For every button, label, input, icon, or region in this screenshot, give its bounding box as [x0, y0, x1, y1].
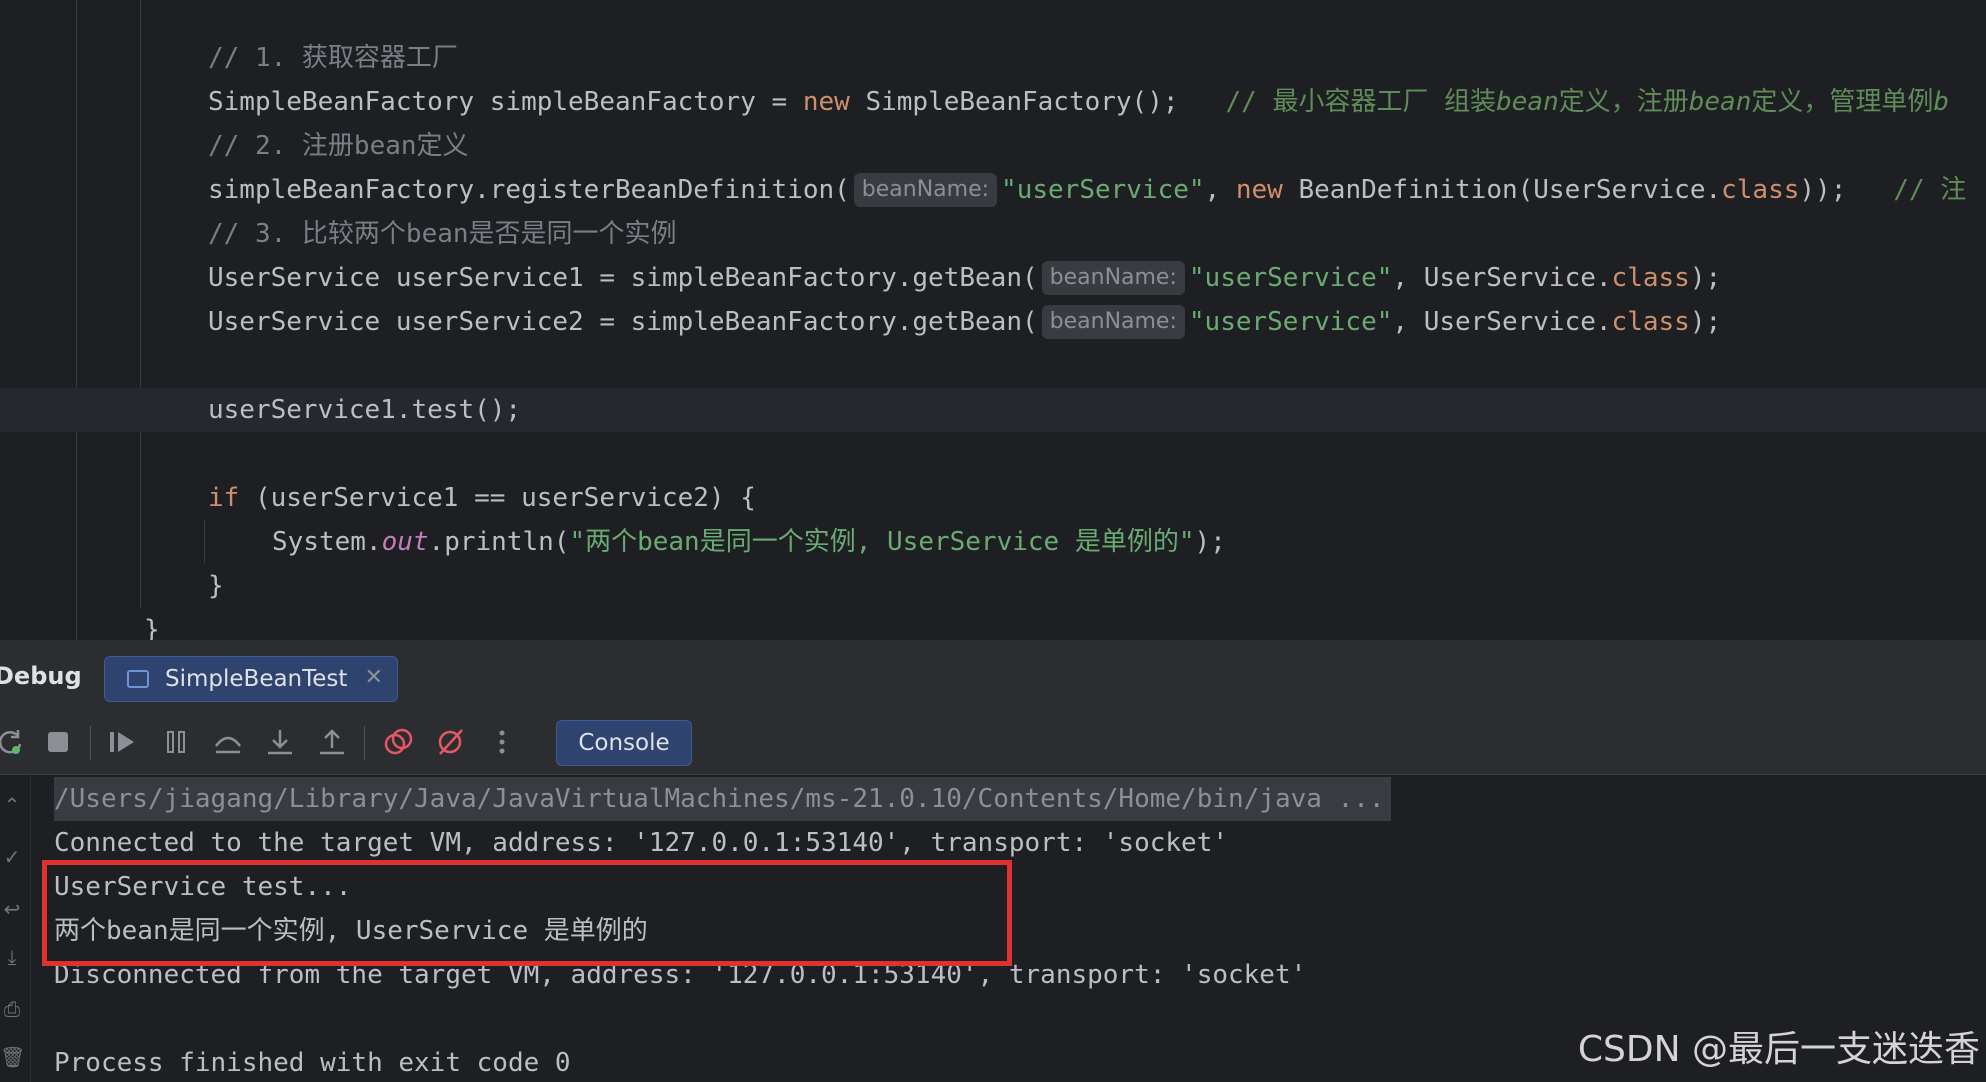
step-into-icon[interactable]	[264, 726, 296, 758]
code-line[interactable]: if (userService1 == userService2) {	[0, 476, 1986, 520]
toolbar-divider	[364, 726, 365, 760]
rerun-icon[interactable]	[0, 726, 26, 758]
more-icon[interactable]	[486, 726, 518, 758]
debug-toolbar: Console	[0, 712, 1986, 775]
current-line[interactable]: userService1.test();	[0, 388, 1986, 432]
console-tab[interactable]: Console	[556, 720, 692, 766]
code-text: System.out.println("两个bean是同一个实例, UserSe…	[272, 527, 1226, 557]
view-breakpoints-icon[interactable]	[382, 726, 414, 758]
code-text: }	[208, 571, 224, 601]
code-text: UserService userService2 = simpleBeanFac…	[208, 305, 1722, 339]
step-over-icon[interactable]	[212, 726, 244, 758]
annotation-highlight-box	[42, 860, 1012, 966]
code-text: UserService userService1 = simpleBeanFac…	[208, 261, 1722, 295]
code-line[interactable]: SimpleBeanFactory simpleBeanFactory = ne…	[0, 80, 1986, 124]
step-out-icon[interactable]	[316, 726, 348, 758]
code-line[interactable]: UserService userService1 = simpleBeanFac…	[0, 256, 1986, 300]
code-text: userService1.test();	[208, 395, 522, 425]
code-line[interactable]: // 1. 获取容器工厂	[0, 36, 1986, 80]
code-line[interactable]: // 3. 比较两个bean是否是同一个实例	[0, 212, 1986, 256]
pause-icon[interactable]	[160, 726, 192, 758]
console-command-line: /Users/jiagang/Library/Java/JavaVirtualM…	[54, 777, 1391, 821]
resume-icon[interactable]	[106, 726, 138, 758]
console-line: Connected to the target VM, address: '12…	[54, 828, 1228, 858]
run-config-icon	[127, 670, 149, 688]
comment: // 2. 注册bean定义	[208, 131, 469, 161]
print-icon[interactable]: ⎙	[0, 997, 24, 1021]
code-line[interactable]: }	[0, 564, 1986, 608]
close-icon[interactable]: ✕	[365, 665, 383, 690]
console-line: Process finished with exit code 0	[54, 1048, 571, 1078]
parameter-hint: beanName:	[1041, 305, 1185, 339]
parameter-hint: beanName:	[1041, 261, 1185, 295]
parameter-hint: beanName:	[853, 173, 998, 207]
code-line[interactable]: simpleBeanFactory.registerBeanDefinition…	[0, 168, 1986, 212]
debug-title: Debug	[0, 662, 82, 690]
code-editor[interactable]: // 1. 获取容器工厂 SimpleBeanFactory simpleBea…	[0, 0, 1986, 640]
code-line[interactable]: UserService userService2 = simpleBeanFac…	[0, 300, 1986, 344]
code-text: SimpleBeanFactory simpleBeanFactory = ne…	[208, 87, 1950, 117]
code-text: if (userService1 == userService2) {	[208, 483, 756, 513]
mute-breakpoints-icon[interactable]	[434, 726, 466, 758]
check-icon[interactable]: ✓	[0, 845, 24, 869]
watermark: CSDN @最后一支迷迭香	[1577, 1029, 1980, 1070]
stop-icon[interactable]	[42, 726, 74, 758]
tab-simple-bean-test[interactable]: SimpleBeanTest ✕	[104, 656, 398, 702]
tab-label: SimpleBeanTest	[165, 666, 348, 692]
code-line[interactable]: }	[0, 608, 1986, 640]
scroll-to-end-icon[interactable]: ⤓	[0, 945, 24, 969]
panel-splitter[interactable]	[0, 640, 1986, 648]
console-gutter: ⌃ ✓ ↩ ⤓ ⎙ 🗑	[0, 775, 31, 1082]
soft-wrap-icon[interactable]: ↩	[0, 897, 24, 921]
comment: // 1. 获取容器工厂	[208, 43, 458, 73]
code-text: simpleBeanFactory.registerBeanDefinition…	[208, 173, 1967, 207]
comment: // 3. 比较两个bean是否是同一个实例	[208, 219, 677, 249]
code-line[interactable]: // 2. 注册bean定义	[0, 124, 1986, 168]
code-line[interactable]: System.out.println("两个bean是同一个实例, UserSe…	[0, 520, 1986, 564]
code-text: }	[144, 615, 160, 640]
debug-tool-window-header: Debug SimpleBeanTest ✕	[0, 648, 1986, 712]
scroll-up-icon[interactable]: ⌃	[0, 793, 24, 817]
toolbar-divider	[90, 726, 91, 760]
clear-icon[interactable]: 🗑	[0, 1045, 25, 1069]
